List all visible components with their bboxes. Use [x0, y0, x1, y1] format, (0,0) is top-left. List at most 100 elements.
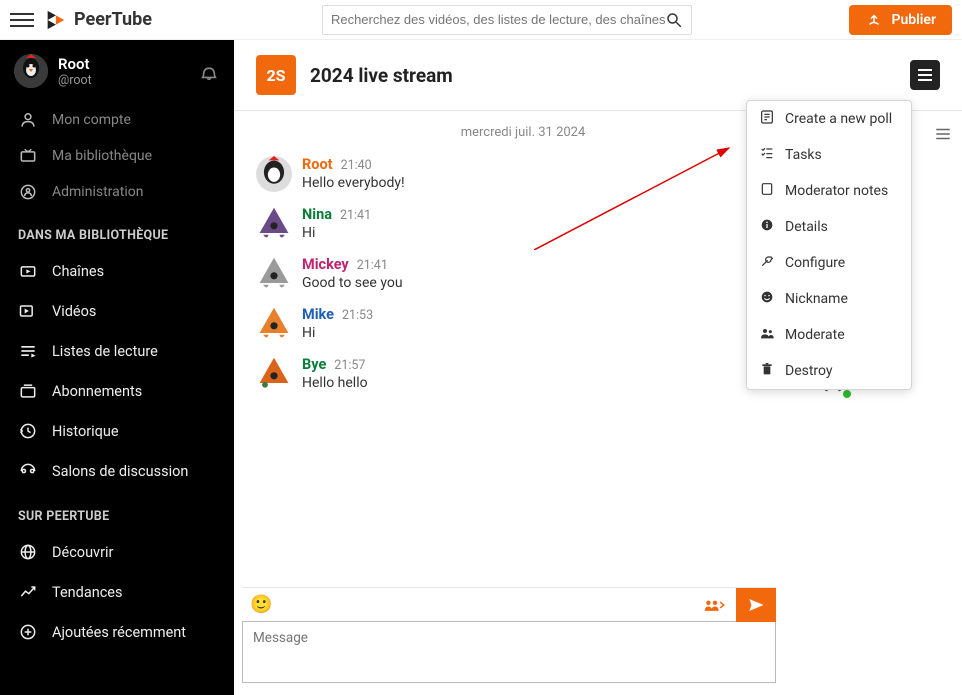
nav-library-item[interactable]: Salons de discussion	[0, 451, 234, 491]
menu-item-destroy[interactable]: Destroy	[747, 353, 911, 389]
nav-account-item[interactable]: Mon compte	[0, 102, 234, 138]
message-time: 21:40	[341, 158, 372, 173]
search-icon	[665, 11, 683, 29]
trash-icon	[759, 361, 775, 381]
nav-library-item[interactable]: Listes de lecture	[0, 331, 234, 371]
message-avatar	[256, 256, 292, 292]
nav-on-peertube-label: Découvrir	[52, 544, 113, 561]
message-text: Good to see you	[302, 275, 790, 291]
message-time: 21:57	[334, 358, 365, 373]
message-row: Root 21:40 Hello everybody!	[256, 150, 790, 200]
menu-item-configure[interactable]: Configure	[747, 245, 911, 281]
message-avatar	[256, 206, 292, 242]
send-icon	[747, 596, 765, 614]
message-avatar	[256, 306, 292, 342]
message-text: Hello everybody!	[302, 175, 790, 191]
menu-item-label: Details	[785, 219, 828, 235]
publish-label: Publier	[891, 12, 936, 28]
presence-dot	[843, 390, 851, 398]
menu-item-moderate[interactable]: Moderate	[747, 317, 911, 353]
menu-item-tasks[interactable]: Tasks	[747, 137, 911, 173]
smile-icon	[759, 289, 775, 309]
upload-icon	[865, 11, 883, 29]
nav-library-item[interactable]: Historique	[0, 411, 234, 451]
sidebar-user[interactable]: Root @root	[0, 40, 234, 102]
brand-logo[interactable]: PeerTube	[44, 9, 152, 31]
menu-item-label: Create a new poll	[785, 111, 892, 127]
emoji-picker-button[interactable]: 🙂	[250, 594, 272, 615]
nav-library-item[interactable]: Chaînes	[0, 251, 234, 291]
nav-on-peertube-item[interactable]: Découvrir	[0, 532, 234, 572]
sidebar: Root @root Mon compte Ma bibliothèque Ad…	[0, 40, 234, 695]
nav-library-label: Abonnements	[52, 383, 142, 400]
nav-account-item[interactable]: Ma bibliothèque	[0, 138, 234, 174]
section-on-peertube-title: SUR PEERTUBE	[0, 491, 234, 532]
main-content: 2S 2024 live stream Create a new poll Ta…	[234, 40, 962, 695]
nav-library-label: Chaînes	[52, 263, 104, 280]
wrench-icon	[759, 253, 775, 273]
menu-item-label: Moderator notes	[785, 183, 888, 199]
message-row: Mickey 21:41 Good to see you	[256, 250, 790, 300]
message-time: 21:41	[357, 258, 388, 273]
message-input[interactable]	[243, 622, 775, 682]
nav-on-peertube-item[interactable]: Tendances	[0, 572, 234, 612]
message-avatar	[256, 156, 292, 192]
nav-account-label: Ma bibliothèque	[52, 148, 152, 164]
main-menu-toggle[interactable]	[10, 8, 34, 32]
nav-on-peertube-item[interactable]: Ajoutées récemment	[0, 612, 234, 652]
nav-account-item[interactable]: Administration	[0, 174, 234, 210]
menu-item-label: Tasks	[785, 147, 822, 163]
menu-item-details[interactable]: Details	[747, 209, 911, 245]
peertube-logo-icon	[44, 9, 66, 31]
message-author[interactable]: Root	[302, 156, 333, 173]
menu-item-label: Configure	[785, 255, 845, 271]
room-actions-menu: Create a new poll Tasks Moderator notes …	[746, 100, 912, 390]
nav-library-label: Salons de discussion	[52, 463, 188, 480]
participants-toggle-button[interactable]	[704, 597, 726, 613]
message-author[interactable]: Nina	[302, 206, 332, 223]
message-row: Nina 21:41 Hi	[256, 200, 790, 250]
nav-library-label: Vidéos	[52, 303, 96, 320]
poll-icon	[759, 109, 775, 129]
message-row: Mike 21:53 Hi	[256, 300, 790, 350]
nav-on-peertube-label: Ajoutées récemment	[52, 624, 186, 641]
brand-name: PeerTube	[74, 9, 152, 30]
menu-item-label: Destroy	[785, 363, 833, 379]
menu-item-moderator-notes[interactable]: Moderator notes	[747, 173, 911, 209]
nav-on-peertube-label: Tendances	[52, 584, 122, 601]
nav-library-label: Historique	[52, 423, 119, 440]
date-separator: mercredi juil. 31 2024	[256, 121, 790, 150]
notifications-icon[interactable]	[198, 60, 220, 82]
people-icon	[759, 325, 775, 345]
message-time: 21:41	[340, 208, 371, 223]
menu-item-label: Nickname	[785, 291, 848, 307]
room-badge: 2S	[256, 55, 296, 95]
message-text: Hello hello	[302, 375, 790, 391]
nav-library-label: Listes de lecture	[52, 343, 158, 360]
nav-library-item[interactable]: Abonnements	[0, 371, 234, 411]
message-row: Bye 21:57 Hello hello	[256, 350, 790, 400]
message-text: Hi	[302, 225, 790, 241]
user-handle: @root	[58, 73, 92, 88]
info-icon	[759, 217, 775, 237]
menu-item-nickname[interactable]: Nickname	[747, 281, 911, 317]
search-box[interactable]	[322, 5, 692, 35]
room-title: 2024 live stream	[310, 64, 453, 87]
publish-button[interactable]: Publier	[849, 5, 952, 35]
nav-account-label: Administration	[52, 184, 143, 200]
message-text: Hi	[302, 325, 790, 341]
message-author[interactable]: Mickey	[302, 256, 349, 273]
message-author[interactable]: Bye	[302, 356, 326, 373]
nav-library-item[interactable]: Vidéos	[0, 291, 234, 331]
message-author[interactable]: Mike	[302, 306, 334, 323]
message-time: 21:53	[342, 308, 373, 323]
notes-icon	[759, 181, 775, 201]
room-menu-button[interactable]	[910, 60, 940, 90]
nav-account-label: Mon compte	[52, 112, 131, 128]
menu-item-label: Moderate	[785, 327, 845, 343]
section-library-title: DANS MA BIBLIOTHÈQUE	[0, 210, 234, 251]
menu-item-create-a-new-poll[interactable]: Create a new poll	[747, 101, 911, 137]
compose-toolbar: 🙂	[242, 587, 776, 621]
search-input[interactable]	[331, 12, 665, 27]
send-button[interactable]	[736, 588, 776, 622]
